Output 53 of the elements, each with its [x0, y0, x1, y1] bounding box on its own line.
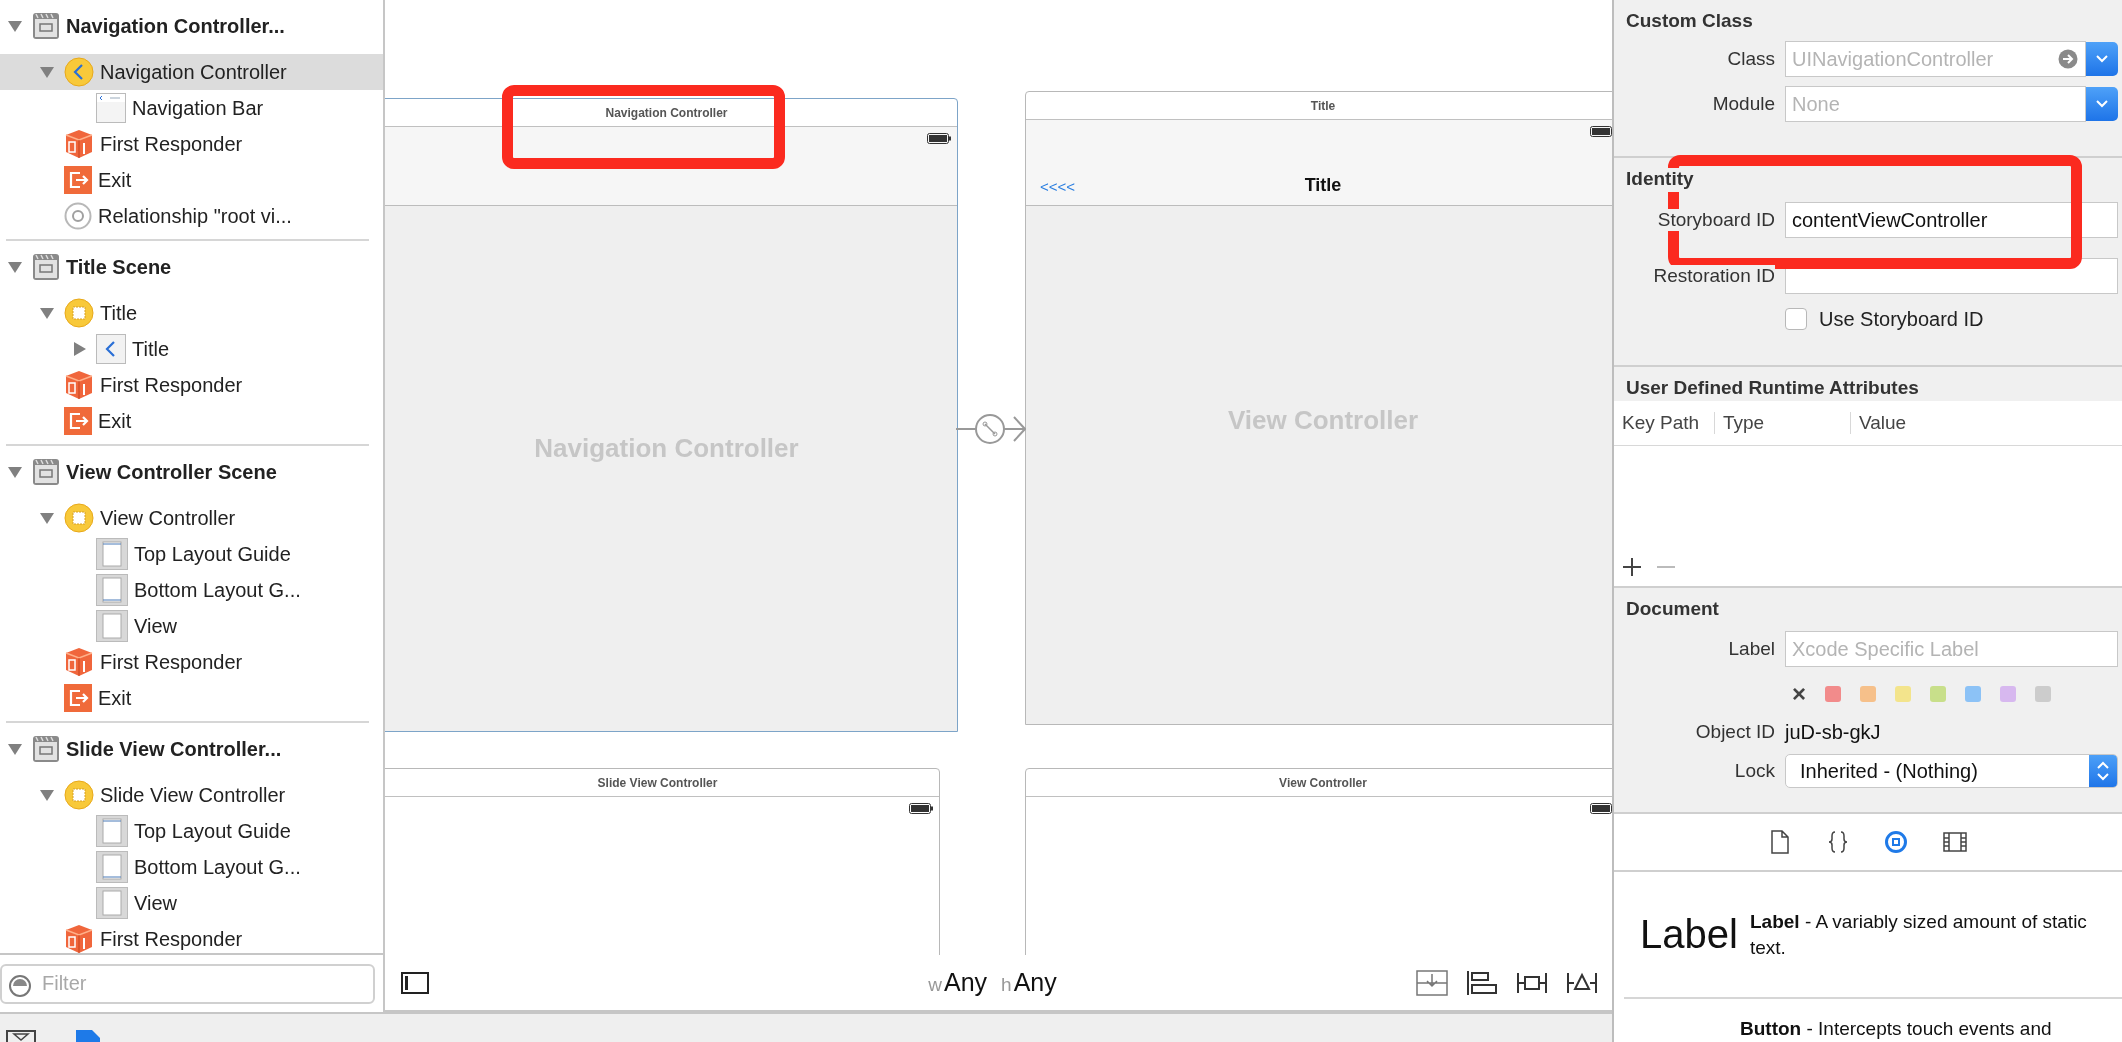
scene-frame[interactable]: Slide View Controller — [385, 768, 940, 955]
outline-row[interactable]: First Responder — [0, 921, 383, 953]
outline-row[interactable]: Exit — [0, 162, 383, 198]
outline-row[interactable]: First Responder — [0, 126, 383, 162]
scene-title: Title — [1310, 98, 1336, 113]
outline-row[interactable]: First Responder — [0, 644, 383, 680]
scene-row[interactable]: Title Scene — [0, 243, 383, 291]
scene-title: Navigation Controller — [605, 105, 728, 120]
label-field[interactable]: Xcode Specific Label — [1785, 631, 2118, 667]
outline-row[interactable]: Bottom Layout G... — [0, 572, 383, 608]
filter-field[interactable]: Filter — [0, 963, 375, 1004]
lock-popup[interactable]: Inherited - (Nothing) — [1785, 754, 2118, 788]
library-description: Label - A variably sized amount of static text. — [1750, 909, 2088, 960]
back-button[interactable]: <<<< — [1040, 178, 1076, 195]
outline-row[interactable]: View Controller — [0, 500, 383, 536]
checkbox-label: Use Storyboard ID — [1819, 307, 1984, 331]
scene-frame[interactable]: View Controller — [1025, 768, 1612, 955]
column-header[interactable]: Key Path — [1614, 412, 1714, 434]
navigation-title: Title — [1304, 175, 1342, 196]
size-class-label: h — [1001, 974, 1012, 996]
outline-row[interactable]: Top Layout Guide — [0, 813, 383, 849]
size-class-label: w — [928, 974, 942, 996]
scene-title: Slide View Controller — [597, 775, 718, 790]
outline-row[interactable]: Slide View Controller — [0, 777, 383, 813]
outline-row[interactable]: Navigation Bar — [0, 90, 383, 126]
column-header[interactable]: Value — [1850, 412, 2120, 434]
scene-row[interactable]: View Controller Scene — [0, 448, 383, 496]
section-title: Identity — [1626, 168, 1694, 192]
library-description: Button - Intercepts touch events and — [1740, 1017, 2052, 1042]
outline-row[interactable]: Relationship "root vi... — [0, 198, 383, 234]
module-field[interactable]: None — [1785, 86, 2086, 122]
outline-row[interactable]: Title — [0, 295, 383, 331]
object-id-value: juD-sb-gkJ — [1785, 720, 1882, 744]
scene-title: View Controller — [1279, 775, 1367, 790]
scene-row[interactable]: Navigation Controller... — [0, 2, 383, 50]
outline-row[interactable]: Title — [0, 331, 383, 367]
outline-row[interactable]: Bottom Layout G... — [0, 849, 383, 885]
scene-row[interactable]: Slide View Controller... — [0, 725, 383, 773]
outline-row[interactable]: Top Layout Guide — [0, 536, 383, 572]
outline-row[interactable]: Exit — [0, 403, 383, 439]
outline-row[interactable]: View — [0, 608, 383, 644]
outline-row[interactable]: View — [0, 885, 383, 921]
library-preview: Label — [1640, 912, 1739, 957]
storyboard-id-field[interactable]: contentViewController — [1785, 202, 2118, 238]
outline-row[interactable]: Exit — [0, 680, 383, 716]
clear-color-button[interactable]: × — [1792, 680, 1806, 708]
outline-row[interactable]: First Responder — [0, 367, 383, 403]
field-label: Storyboard ID — [1657, 209, 1775, 231]
class-field[interactable]: UINavigationController — [1785, 41, 2086, 77]
size-class-value[interactable]: Any — [1013, 968, 1057, 997]
outline-row[interactable]: Navigation Controller — [0, 54, 383, 90]
size-class-value[interactable]: Any — [944, 968, 988, 997]
column-header[interactable]: Type — [1714, 412, 1850, 434]
